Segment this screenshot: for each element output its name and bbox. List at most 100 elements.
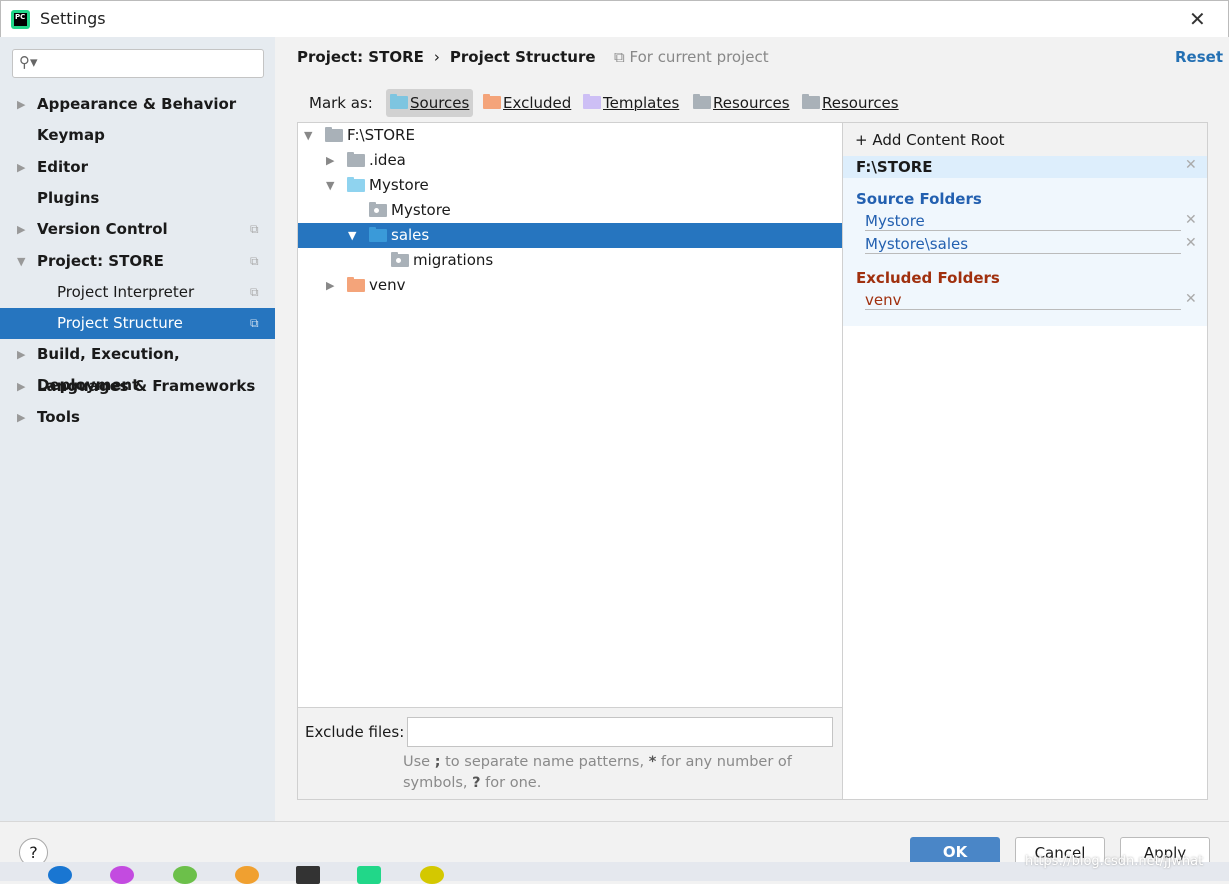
sidebar-item[interactable]: ▶ Editor: [0, 152, 275, 183]
chevron-right-icon[interactable]: ▶: [17, 371, 25, 402]
package-folder-icon: [369, 202, 387, 217]
exclude-panel: Exclude files: Use ; to separate name pa…: [297, 708, 843, 800]
exclude-files-input[interactable]: [407, 717, 833, 747]
folder-icon: [347, 152, 365, 167]
folder-tree[interactable]: ▼ F:\STORE ▶ .idea ▼ Mystore Mystore ▼ sales migr…: [297, 122, 843, 708]
sidebar-item-label: Keymap: [37, 126, 105, 145]
mark-as-resources-button[interactable]: Resources: [689, 89, 794, 117]
chevron-right-icon[interactable]: ▶: [17, 402, 25, 433]
tree-node-label: migrations: [413, 251, 494, 269]
mark-as-resources-button[interactable]: Resources: [798, 89, 903, 117]
sidebar-item[interactable]: ▶ Version Control ⧉: [0, 214, 275, 245]
tree-node[interactable]: ▶ .idea: [298, 148, 842, 173]
folder-icon: [347, 177, 365, 192]
sidebar-item-label: Languages & Frameworks: [37, 376, 256, 395]
taskbar-app-icon[interactable]: [110, 866, 134, 884]
content-root-panel: + Add Content Root F:\STORE ✕ Source Fold…: [843, 122, 1208, 800]
tree-node[interactable]: ▼ sales: [298, 223, 842, 248]
tree-node-label: F:\STORE: [347, 126, 415, 144]
taskbar-app-icon[interactable]: [48, 866, 72, 884]
tree-node-label: .idea: [369, 151, 406, 169]
tree-node[interactable]: ▼ Mystore: [298, 173, 842, 198]
tree-node[interactable]: migrations: [298, 248, 842, 273]
reset-link[interactable]: Reset: [1175, 48, 1223, 66]
folder-icon: [390, 94, 408, 109]
sidebar-item[interactable]: ▶ Build, Execution, Deployment: [0, 339, 275, 394]
folder-icon: [802, 94, 820, 109]
title-bar: PC Settings ✕: [0, 0, 1229, 37]
sidebar-item[interactable]: Plugins: [0, 183, 275, 214]
folder-icon: [369, 227, 387, 242]
for-current-project: ⧉ For current project: [614, 48, 769, 66]
chevron-down-icon[interactable]: ▼: [304, 123, 312, 148]
sidebar-item[interactable]: Project Interpreter ⧉: [0, 277, 275, 308]
page-title: Project Structure: [449, 48, 596, 66]
chevron-down-icon[interactable]: ▼: [17, 246, 25, 277]
remove-icon[interactable]: ✕: [1185, 235, 1197, 251]
remove-root-icon[interactable]: ✕: [1185, 157, 1197, 173]
project-scope-icon: ⧉: [250, 316, 259, 331]
chevron-right-icon[interactable]: ▶: [17, 214, 25, 245]
mark-as-excluded-button[interactable]: Excluded: [479, 89, 575, 117]
sidebar-item-label: Project: STORE: [37, 251, 164, 270]
excluded-folders-title: Excluded Folders: [856, 269, 1000, 287]
mark-as-sources-button[interactable]: Sources: [386, 89, 474, 117]
watermark: https://blog.csdn.net/jjwhat: [1025, 854, 1204, 869]
project-scope-icon: ⧉: [250, 222, 259, 237]
source-folder-item[interactable]: Mystore\sales: [865, 235, 1181, 254]
close-icon[interactable]: ✕: [1189, 7, 1206, 31]
mark-as-label: Mark as:: [309, 94, 373, 112]
breadcrumb-project: Project: STORE: [297, 48, 424, 66]
content-root-header: F:\STORE ✕: [843, 156, 1207, 178]
project-scope-icon: ⧉: [250, 284, 259, 299]
search-icon: ⚲▾: [19, 53, 38, 71]
sidebar-item-label: Tools: [37, 408, 80, 426]
remove-icon[interactable]: ✕: [1185, 291, 1197, 307]
excluded-folder-item[interactable]: venv: [865, 291, 1181, 310]
sidebar-item[interactable]: ▶ Languages & Frameworks: [0, 371, 275, 402]
chevron-right-icon[interactable]: ▶: [17, 89, 25, 120]
search-input[interactable]: ⚲▾: [12, 49, 264, 78]
terminal-icon[interactable]: [296, 866, 320, 884]
chevron-right-icon[interactable]: ▶: [17, 152, 25, 183]
pycharm-icon[interactable]: [357, 866, 381, 884]
folder-icon: [693, 94, 711, 109]
window-title: Settings: [40, 9, 106, 28]
tree-node[interactable]: Mystore: [298, 198, 842, 223]
sidebar-item[interactable]: ▶ Tools: [0, 402, 275, 433]
sidebar-item-label: Project Interpreter: [57, 282, 195, 301]
mark-as-templates-button[interactable]: Templates: [579, 89, 683, 117]
plus-icon: +: [855, 131, 873, 149]
exclude-files-label: Exclude files:: [305, 723, 405, 741]
sidebar-item-label: Editor: [37, 157, 88, 176]
taskbar-app-icon[interactable]: [235, 866, 259, 884]
sidebar-item[interactable]: ▶ Appearance & Behavior: [0, 89, 275, 120]
tree-node-label: sales: [391, 226, 430, 244]
chevron-right-icon[interactable]: ▶: [326, 148, 334, 173]
chevron-right-icon[interactable]: ▶: [17, 339, 25, 370]
content-root-block: F:\STORE ✕ Source Folders Mystore ✕ Mystore…: [843, 156, 1207, 326]
chevron-down-icon[interactable]: ▼: [326, 173, 334, 198]
add-content-root-button[interactable]: + Add Content Root: [843, 123, 1207, 156]
copy-icon: ⧉: [614, 48, 630, 66]
taskbar-app-icon[interactable]: [420, 866, 444, 884]
pycharm-logo-icon: PC: [11, 10, 30, 29]
folder-icon: [347, 277, 365, 292]
chevron-down-icon[interactable]: ▼: [348, 223, 356, 248]
source-folders-title: Source Folders: [856, 190, 982, 208]
remove-icon[interactable]: ✕: [1185, 212, 1197, 228]
tree-node-label: venv: [369, 276, 406, 294]
tree-node[interactable]: ▼ F:\STORE: [298, 123, 842, 148]
folder-icon: [325, 127, 343, 142]
chevron-right-icon[interactable]: ▶: [326, 273, 334, 298]
sidebar-item[interactable]: Project Structure ⧉: [0, 308, 275, 340]
sidebar-item-label: Appearance & Behavior: [37, 95, 237, 113]
sidebar-item[interactable]: Keymap: [0, 120, 275, 151]
taskbar-app-icon[interactable]: [173, 866, 197, 884]
tree-node[interactable]: ▶ venv: [298, 273, 842, 298]
sidebar-item-label: Plugins: [37, 188, 100, 207]
source-folder-item[interactable]: Mystore: [865, 212, 1181, 231]
tree-node-label: Mystore: [369, 176, 429, 194]
sidebar-item[interactable]: ▼ Project: STORE ⧉: [0, 246, 275, 277]
tree-node-label: Mystore: [391, 201, 451, 219]
